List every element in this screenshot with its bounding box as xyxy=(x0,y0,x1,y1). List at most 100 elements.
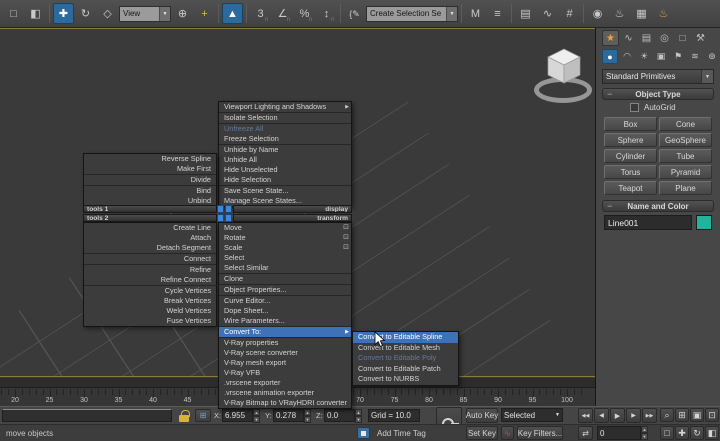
percent-snap-button[interactable]: %∩ xyxy=(294,3,315,24)
menu-item-create-line[interactable]: Create Line xyxy=(84,223,216,233)
tab-motion[interactable]: ◎ xyxy=(656,30,673,46)
menu-item-save-scene-state[interactable]: Save Scene State... xyxy=(219,186,351,196)
auto-key-button[interactable]: Auto Key xyxy=(466,408,498,423)
tab-utilities[interactable]: ⚒ xyxy=(692,30,709,46)
set-key-button[interactable]: Set Key xyxy=(466,426,498,440)
menu-item-hide-unselected[interactable]: Hide Unselected xyxy=(219,165,351,175)
menu-item-curve-editor[interactable]: Curve Editor... xyxy=(219,296,351,306)
plane-button[interactable]: Plane xyxy=(659,181,712,195)
menu-item-convert-editable-patch[interactable]: Convert to Editable Patch xyxy=(353,364,458,375)
isolate-selection-icon[interactable] xyxy=(357,427,370,439)
window-crossing-icon[interactable]: ◧ xyxy=(25,3,46,24)
dropdown-arrow-icon[interactable]: ▼ xyxy=(159,7,170,21)
snap-toggle-3d-button[interactable]: 3∩ xyxy=(250,3,271,24)
z-coord-field[interactable]: 0.0 xyxy=(324,409,355,422)
dropdown-arrow-icon[interactable]: ▼ xyxy=(701,70,713,83)
play-button[interactable]: ▶ xyxy=(610,408,625,423)
menu-item-refine[interactable]: Refine xyxy=(84,265,216,275)
menu-item-vray-scene-converter[interactable]: V-Ray scene converter xyxy=(219,348,351,358)
menu-item-convert-nurbs[interactable]: Convert to NURBS xyxy=(353,374,458,385)
current-frame-field[interactable]: 0 xyxy=(597,426,641,440)
menu-item-weld-vertices[interactable]: Weld Vertices xyxy=(84,306,216,316)
menu-item-vray-mesh-export[interactable]: V-Ray mesh export xyxy=(219,358,351,368)
add-time-tag-label[interactable]: Add Time Tag xyxy=(377,429,426,438)
tab-create[interactable]: ★ xyxy=(602,30,619,46)
category-shapes[interactable]: ◠ xyxy=(619,49,635,64)
edit-named-selection-sets-button[interactable]: {✎ xyxy=(344,3,365,24)
viewcube[interactable] xyxy=(543,46,585,88)
tube-button[interactable]: Tube xyxy=(659,149,712,163)
select-move-button[interactable]: ✚ xyxy=(53,3,74,24)
menu-item-connect[interactable]: Connect xyxy=(84,254,216,264)
category-lights[interactable]: ☀ xyxy=(636,49,652,64)
lock-selection-icon[interactable] xyxy=(179,415,189,422)
zoom-extents-button[interactable]: ▣ xyxy=(690,408,704,422)
settings-box-icon[interactable]: ⊡ xyxy=(343,243,349,253)
category-systems[interactable]: ⊛ xyxy=(704,49,720,64)
object-name-field[interactable]: Line001 xyxy=(604,215,692,230)
dropdown-arrow-icon[interactable]: ▼ xyxy=(446,7,457,21)
box-button[interactable]: Box xyxy=(604,117,657,131)
settings-box-icon[interactable]: ⊡ xyxy=(343,223,349,233)
x-coord-field[interactable]: 6.955 xyxy=(222,409,253,422)
menu-item-cycle-vertices[interactable]: Cycle Vertices xyxy=(84,286,216,296)
category-helpers[interactable]: ⚑ xyxy=(670,49,686,64)
pyramid-button[interactable]: Pyramid xyxy=(659,165,712,179)
y-spinner[interactable]: ▲▼ xyxy=(304,409,311,422)
menu-item-vrscene-exporter[interactable]: .vrscene exporter xyxy=(219,378,351,388)
torus-button[interactable]: Torus xyxy=(604,165,657,179)
dropdown-arrow-icon[interactable]: ▼ xyxy=(555,412,560,418)
menu-item-vray-properties[interactable]: V-Ray properties xyxy=(219,338,351,348)
menu-item-rotate[interactable]: Rotate⊡ xyxy=(219,233,351,243)
key-filters-button[interactable]: Key Filters... xyxy=(517,426,563,440)
pan-button[interactable]: ✚ xyxy=(675,426,689,440)
menu-item-dope-sheet[interactable]: Dope Sheet... xyxy=(219,306,351,316)
keyboard-override-toggle[interactable]: ▲ xyxy=(222,3,243,24)
frame-spinner[interactable]: ▲▼ xyxy=(641,426,648,440)
category-cameras[interactable]: ▣ xyxy=(653,49,669,64)
menu-item-reverse-spline[interactable]: Reverse Spline xyxy=(84,154,216,164)
menu-item-isolate-selection[interactable]: Isolate Selection xyxy=(219,113,351,123)
object-color-swatch[interactable] xyxy=(696,215,712,230)
teapot-button[interactable]: Teapot xyxy=(604,181,657,195)
go-to-start-button[interactable]: ◀◀ xyxy=(578,408,593,423)
select-scale-button[interactable]: ◇ xyxy=(97,3,118,24)
menu-item-hide-selection[interactable]: Hide Selection xyxy=(219,175,351,185)
spinner-snap-button[interactable]: ↕∩ xyxy=(316,3,337,24)
menu-item-wire-parameters[interactable]: Wire Parameters... xyxy=(219,316,351,326)
render-setup-button[interactable]: ♨ xyxy=(609,3,630,24)
schematic-view-button[interactable]: # xyxy=(559,3,580,24)
autogrid-checkbox[interactable] xyxy=(630,103,639,112)
menu-item-vrscene-animation-exporter[interactable]: .vrscene animation exporter xyxy=(219,388,351,398)
z-spinner[interactable]: ▲▼ xyxy=(355,409,362,422)
menu-item-make-first[interactable]: Make First xyxy=(84,164,216,174)
render-production-button[interactable]: ♨ xyxy=(653,3,674,24)
zoom-extents-all-button[interactable]: ⊡ xyxy=(705,408,719,422)
select-rotate-button[interactable]: ↻ xyxy=(75,3,96,24)
menu-item-scale[interactable]: Scale⊡ xyxy=(219,243,351,253)
menu-item-object-properties[interactable]: Object Properties... xyxy=(219,285,351,295)
layer-manager-button[interactable]: ▤ xyxy=(515,3,536,24)
select-region-icon[interactable]: □ xyxy=(3,3,24,24)
geosphere-button[interactable]: GeoSphere xyxy=(659,133,712,147)
zoom-all-button[interactable]: ⊞ xyxy=(675,408,689,422)
cone-button[interactable]: Cone xyxy=(659,117,712,131)
name-color-rollout-header[interactable]: − Name and Color xyxy=(602,200,714,212)
sphere-button[interactable]: Sphere xyxy=(604,133,657,147)
menu-item-convert-to[interactable]: Convert To:▶ xyxy=(219,327,351,337)
named-selection-set-dropdown[interactable]: Create Selection Se ▼ xyxy=(366,6,458,22)
settings-box-icon[interactable]: ⊡ xyxy=(343,233,349,243)
material-editor-button[interactable]: ◉ xyxy=(587,3,608,24)
angle-snap-button[interactable]: ∠∩ xyxy=(272,3,293,24)
curve-editor-button[interactable]: ∿ xyxy=(537,3,558,24)
rendered-frame-window-button[interactable]: ▦ xyxy=(631,3,652,24)
zoom-region-button[interactable]: □ xyxy=(660,426,674,440)
menu-item-viewport-lighting-and-shadows[interactable]: Viewport Lighting and Shadows▶ xyxy=(219,102,351,112)
align-button[interactable]: ≡ xyxy=(487,3,508,24)
absolute-mode-toggle[interactable]: ⊞ xyxy=(195,409,211,422)
menu-item-select[interactable]: Select xyxy=(219,253,351,263)
cylinder-button[interactable]: Cylinder xyxy=(604,149,657,163)
tab-display[interactable]: □ xyxy=(674,30,691,46)
menu-item-vray-vfb[interactable]: V-Ray VFB xyxy=(219,368,351,378)
primitive-type-dropdown[interactable]: Standard Primitives ▼ xyxy=(602,69,714,84)
